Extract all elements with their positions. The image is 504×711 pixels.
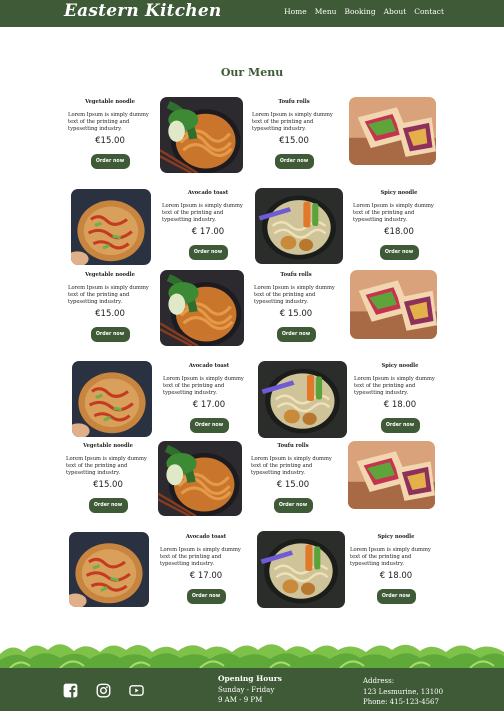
menu-item: Avocado toast Lorem Ipsum is simply dumm…	[162, 190, 254, 260]
food-photo	[255, 188, 343, 264]
order-now-button[interactable]: Order now	[379, 244, 419, 260]
opening-time: 9 AM - 9 PM	[218, 696, 263, 704]
menu-item: Toufu rolls Lorem Ipsum is simply dummy …	[251, 443, 335, 513]
menu-item: Spicy noodle Lorem Ipsum is simply dummy…	[350, 534, 442, 604]
order-now-button[interactable]: Order now	[88, 497, 128, 513]
item-price: € 15.00	[279, 308, 313, 319]
item-price: € 15.00	[276, 479, 310, 490]
item-description: Lorem Ipsum is simply dummy text of the …	[254, 285, 335, 306]
order-now-button[interactable]: Order now	[90, 153, 130, 169]
item-description: Lorem Ipsum is simply dummy text of the …	[252, 112, 333, 133]
item-description: Lorem Ipsum is simply dummy text of the …	[66, 456, 147, 477]
item-price: € 17.00	[191, 226, 225, 237]
food-photo	[160, 97, 243, 173]
food-photo	[348, 441, 435, 509]
menu-item: Avocado toast Lorem Ipsum is simply dumm…	[160, 534, 252, 604]
item-description: Lorem Ipsum is simply dummy text of the …	[163, 376, 244, 397]
order-now-button[interactable]: Order now	[376, 588, 416, 604]
food-photo	[350, 270, 437, 339]
item-description: Lorem Ipsum is simply dummy text of the …	[251, 456, 332, 477]
item-name: Toufu rolls	[280, 272, 312, 278]
order-now-button[interactable]: Order now	[90, 326, 130, 342]
food-photo	[158, 441, 242, 516]
item-name: Avocado toast	[187, 190, 229, 196]
item-description: Lorem Ipsum is simply dummy text of the …	[350, 547, 431, 568]
nav-links: Home Menu Booking About Contact	[284, 7, 444, 16]
item-description: Lorem Ipsum is simply dummy text of the …	[162, 203, 243, 224]
menu-item: Vegetable noodle Lorem Ipsum is simply d…	[68, 99, 152, 169]
item-description: Lorem Ipsum is simply dummy text of the …	[354, 376, 435, 397]
item-price: € 17.00	[192, 399, 226, 410]
item-name: Avocado toast	[188, 363, 230, 369]
social-links	[63, 683, 144, 698]
nav-link-menu[interactable]: Menu	[315, 7, 337, 16]
menu-item: Avocado toast Lorem Ipsum is simply dumm…	[163, 363, 255, 433]
lettuce-border	[0, 644, 504, 670]
top-navbar: Eastern Kitchen Home Menu Booking About …	[0, 0, 504, 27]
menu-item: Toufu rolls Lorem Ipsum is simply dummy …	[252, 99, 336, 169]
address-line: 123 Lesmurine, 13100	[363, 687, 444, 696]
page-title: Our Menu	[220, 66, 284, 79]
order-now-button[interactable]: Order now	[273, 497, 313, 513]
item-description: Lorem Ipsum is simply dummy text of the …	[68, 112, 149, 133]
site-footer: Opening Hours Sunday - Friday 9 AM - 9 P…	[0, 668, 504, 711]
nav-link-about[interactable]: About	[384, 7, 407, 16]
instagram-icon[interactable]	[96, 683, 111, 698]
item-name: Spicy noodle	[380, 190, 418, 196]
item-name: Spicy noodle	[381, 363, 419, 369]
item-price: € 17.00	[189, 570, 223, 581]
menu-item: Toufu rolls Lorem Ipsum is simply dummy …	[254, 272, 338, 342]
food-photo	[258, 361, 347, 438]
food-photo	[160, 270, 244, 346]
nav-link-home[interactable]: Home	[284, 7, 307, 16]
item-name: Vegetable noodle	[83, 443, 133, 449]
food-photo	[69, 532, 149, 607]
menu-item: Spicy noodle Lorem Ipsum is simply dummy…	[354, 363, 446, 433]
item-price: € 18.00	[379, 570, 413, 581]
opening-days: Sunday - Friday	[218, 685, 275, 694]
item-price: €15.00	[93, 479, 123, 490]
opening-hours-title: Opening Hours	[218, 674, 282, 683]
order-now-button[interactable]: Order now	[276, 326, 316, 342]
address-block: Address: 123 Lesmurine, 13100 Phone: 415…	[363, 676, 443, 708]
order-now-button[interactable]: Order now	[380, 417, 420, 433]
phone-number[interactable]: Phone: 415-123-4567	[363, 697, 443, 708]
brand-logo[interactable]: Eastern Kitchen	[64, 1, 221, 21]
item-price: € 18.00	[383, 399, 417, 410]
food-photo	[257, 531, 345, 608]
facebook-icon[interactable]	[63, 683, 78, 698]
youtube-icon[interactable]	[129, 683, 144, 698]
item-description: Lorem Ipsum is simply dummy text of the …	[160, 547, 241, 568]
order-now-button[interactable]: Order now	[189, 417, 229, 433]
opening-hours: Opening Hours Sunday - Friday 9 AM - 9 P…	[218, 674, 282, 706]
menu-item: Vegetable noodle Lorem Ipsum is simply d…	[68, 272, 152, 342]
item-description: Lorem Ipsum is simply dummy text of the …	[68, 285, 149, 306]
item-price: €15.00	[95, 135, 125, 146]
item-price: €15.00	[95, 308, 125, 319]
address-title: Address:	[363, 677, 395, 685]
food-photo	[349, 97, 436, 165]
item-name: Toufu rolls	[278, 99, 310, 105]
item-description: Lorem Ipsum is simply dummy text of the …	[353, 203, 434, 224]
item-name: Vegetable noodle	[85, 272, 135, 278]
order-now-button[interactable]: Order now	[186, 588, 226, 604]
item-price: €15.00	[279, 135, 309, 146]
food-photo	[72, 361, 152, 437]
item-name: Spicy noodle	[377, 534, 415, 540]
food-photo	[71, 189, 151, 265]
nav-link-contact[interactable]: Contact	[414, 7, 444, 16]
item-price: €18.00	[384, 226, 414, 237]
nav-link-booking[interactable]: Booking	[345, 7, 376, 16]
order-now-button[interactable]: Order now	[274, 153, 314, 169]
order-now-button[interactable]: Order now	[188, 244, 228, 260]
item-name: Avocado toast	[185, 534, 227, 540]
menu-item: Vegetable noodle Lorem Ipsum is simply d…	[66, 443, 150, 513]
menu-item: Spicy noodle Lorem Ipsum is simply dummy…	[353, 190, 445, 260]
item-name: Toufu rolls	[277, 443, 309, 449]
item-name: Vegetable noodle	[85, 99, 135, 105]
